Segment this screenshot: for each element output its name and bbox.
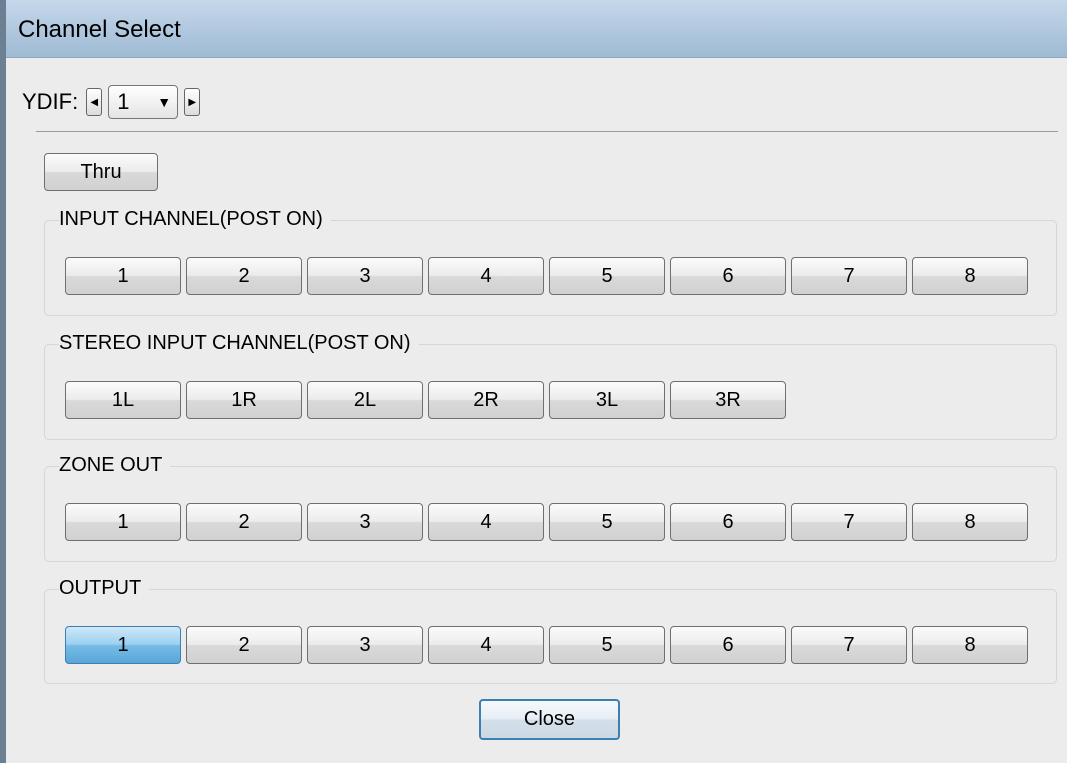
title-bar: Channel Select bbox=[6, 0, 1067, 58]
input-channel-button[interactable]: 6 bbox=[670, 257, 786, 295]
group-title: OUTPUT bbox=[59, 574, 150, 602]
triangle-right-icon: ▶ bbox=[188, 96, 197, 108]
stereo-channel-button[interactable]: 2R bbox=[428, 381, 544, 419]
output-button[interactable]: 8 bbox=[912, 626, 1028, 664]
output-button-selected[interactable]: 1 bbox=[65, 626, 181, 664]
stereo-channel-button[interactable]: 1R bbox=[186, 381, 302, 419]
divider bbox=[36, 131, 1058, 132]
zone-out-group: ZONE OUT 1 2 3 4 5 6 7 8 bbox=[44, 451, 1057, 562]
zone-out-button[interactable]: 1 bbox=[65, 503, 181, 541]
ydif-value: 1 bbox=[117, 89, 130, 114]
stereo-channel-button[interactable]: 3R bbox=[670, 381, 786, 419]
output-button[interactable]: 7 bbox=[791, 626, 907, 664]
output-group: OUTPUT 1 2 3 4 5 6 7 8 bbox=[44, 574, 1057, 684]
stereo-channel-button[interactable]: 2L bbox=[307, 381, 423, 419]
input-channel-button[interactable]: 5 bbox=[549, 257, 665, 295]
ydif-selector: YDIF: ◀ 1 ▼ ▶ bbox=[22, 80, 201, 124]
zone-out-button[interactable]: 6 bbox=[670, 503, 786, 541]
thru-button[interactable]: Thru bbox=[44, 153, 158, 191]
close-button[interactable]: Close bbox=[479, 699, 620, 740]
stereo-input-channel-group: STEREO INPUT CHANNEL(POST ON) 1L 1R 2L 2… bbox=[44, 329, 1057, 440]
dropdown-arrow-icon: ▼ bbox=[157, 94, 172, 110]
stereo-channel-button[interactable]: 3L bbox=[549, 381, 665, 419]
group-title: STEREO INPUT CHANNEL(POST ON) bbox=[59, 329, 419, 357]
output-button[interactable]: 4 bbox=[428, 626, 544, 664]
input-channel-button[interactable]: 2 bbox=[186, 257, 302, 295]
zone-out-button[interactable]: 2 bbox=[186, 503, 302, 541]
triangle-left-icon: ◀ bbox=[90, 96, 99, 108]
zone-out-button[interactable]: 5 bbox=[549, 503, 665, 541]
zone-out-button[interactable]: 8 bbox=[912, 503, 1028, 541]
ydif-dropdown[interactable]: 1 ▼ bbox=[108, 85, 179, 119]
input-channel-button[interactable]: 7 bbox=[791, 257, 907, 295]
zone-out-button[interactable]: 7 bbox=[791, 503, 907, 541]
input-channel-button[interactable]: 3 bbox=[307, 257, 423, 295]
input-channel-button[interactable]: 8 bbox=[912, 257, 1028, 295]
channel-select-dialog: Channel Select YDIF: ◀ 1 ▼ ▶ Thru INPUT … bbox=[0, 0, 1067, 763]
output-button[interactable]: 6 bbox=[670, 626, 786, 664]
output-button[interactable]: 5 bbox=[549, 626, 665, 664]
ydif-next-button[interactable]: ▶ bbox=[184, 88, 201, 116]
group-title: ZONE OUT bbox=[59, 451, 171, 479]
zone-out-button[interactable]: 4 bbox=[428, 503, 544, 541]
output-button[interactable]: 2 bbox=[186, 626, 302, 664]
input-channel-button[interactable]: 4 bbox=[428, 257, 544, 295]
ydif-label: YDIF: bbox=[22, 89, 79, 114]
group-title: INPUT CHANNEL(POST ON) bbox=[59, 205, 331, 233]
input-channel-group: INPUT CHANNEL(POST ON) 1 2 3 4 5 6 7 8 bbox=[44, 205, 1057, 316]
stereo-channel-button[interactable]: 1L bbox=[65, 381, 181, 419]
output-button[interactable]: 3 bbox=[307, 626, 423, 664]
input-channel-button[interactable]: 1 bbox=[65, 257, 181, 295]
ydif-prev-button[interactable]: ◀ bbox=[86, 88, 103, 116]
zone-out-button[interactable]: 3 bbox=[307, 503, 423, 541]
window-title: Channel Select bbox=[18, 16, 181, 43]
